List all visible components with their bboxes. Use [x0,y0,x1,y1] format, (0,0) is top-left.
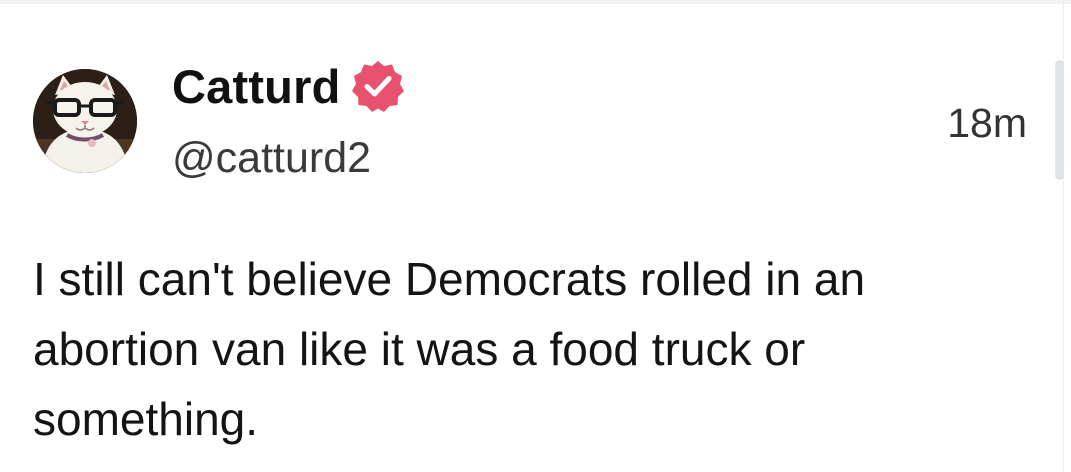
cat-with-glasses-avatar-icon [33,69,137,173]
post-timestamp[interactable]: 18m [947,100,1027,147]
author-handle[interactable]: @catturd2 [172,134,371,183]
author-name-row: Catturd [172,56,405,116]
avatar[interactable] [33,69,137,173]
scrollbar-thumb[interactable] [1055,60,1064,180]
verified-badge-icon [351,61,404,112]
top-divider [0,0,1071,4]
author-display-name[interactable]: Catturd [172,59,341,114]
post-text: I still can't believe Democrats rolled i… [33,253,866,445]
